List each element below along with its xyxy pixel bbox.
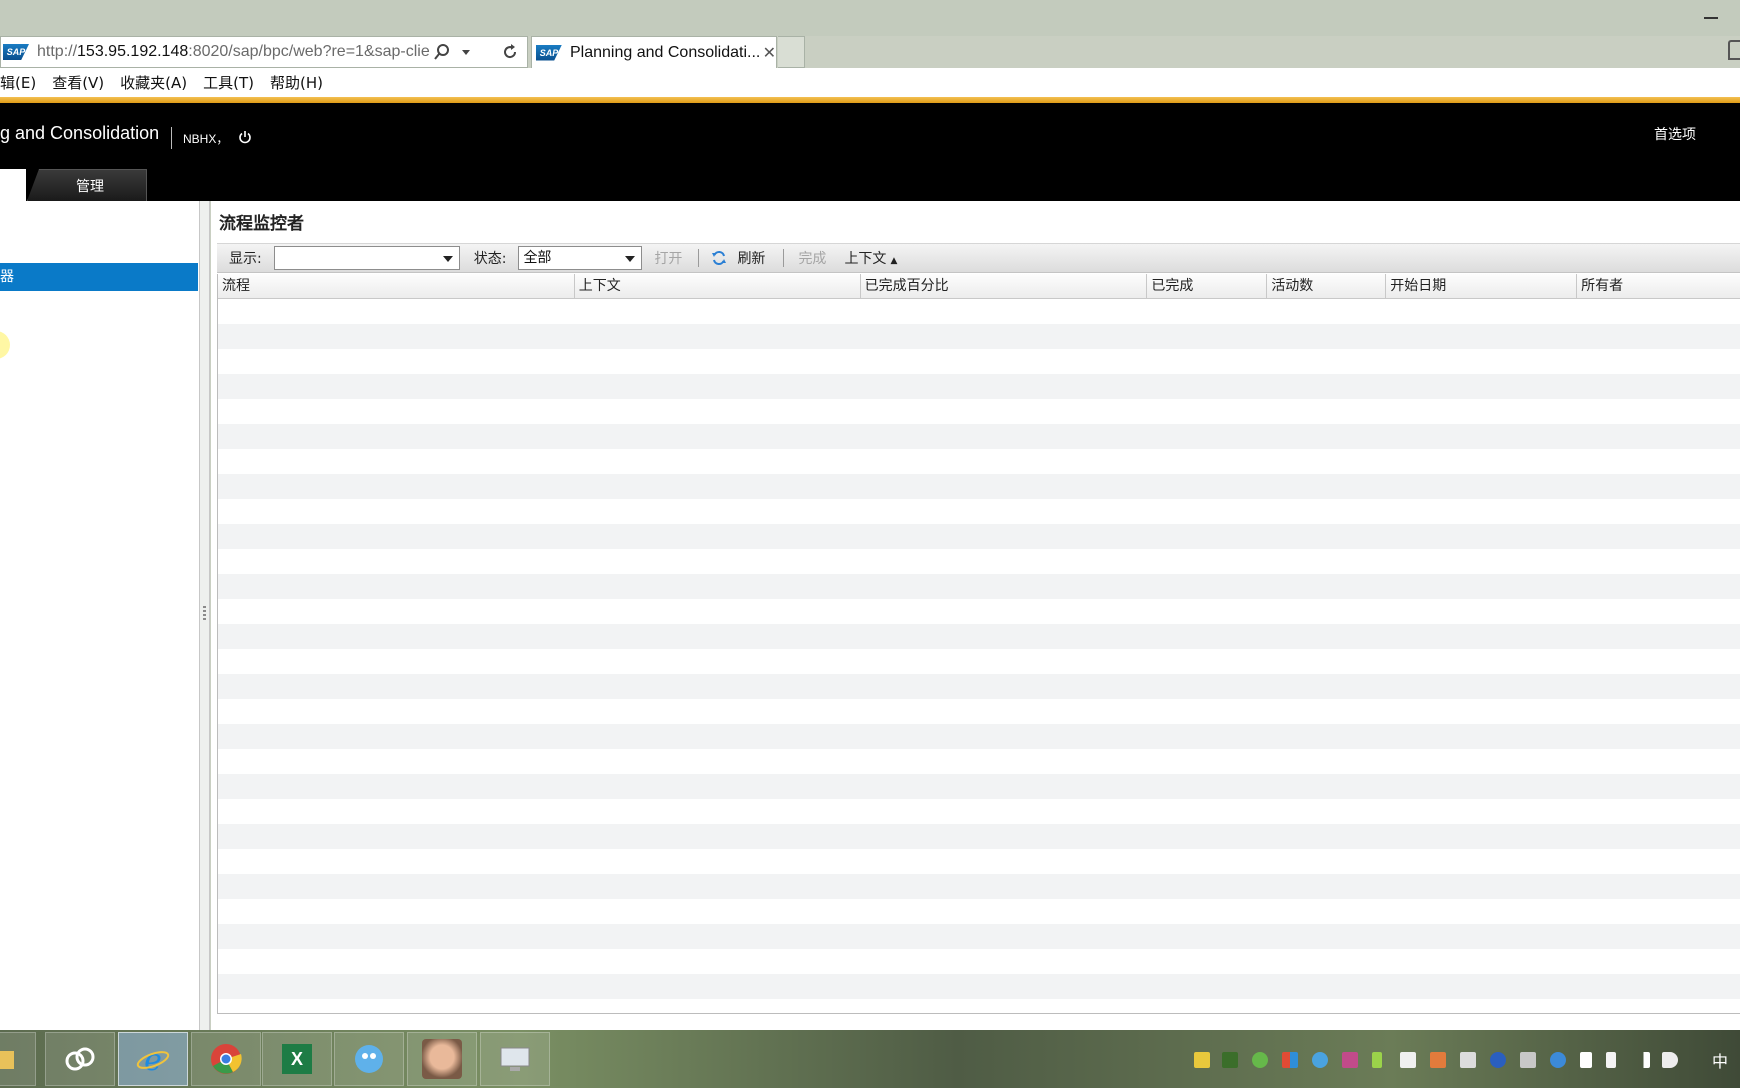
dropdown-arrow-icon[interactable] <box>457 43 475 61</box>
minimize-button[interactable] <box>1704 17 1718 19</box>
menu-bar: 辑(E) 查看(V) 收藏夹(A) 工具(T) 帮助(H) <box>0 68 1740 98</box>
tray-security-icon[interactable] <box>1252 1052 1268 1068</box>
svg-text:e: e <box>144 1043 162 1076</box>
input-method-indicator[interactable]: 中 <box>1712 1048 1728 1072</box>
column-percent-complete[interactable]: 已完成百分比 <box>861 274 1148 298</box>
cloud-icon <box>65 1047 95 1071</box>
status-dropdown[interactable]: 全部 <box>518 246 643 270</box>
url-text[interactable]: http://153.95.192.148:8020/sap/bpc/web?r… <box>37 43 449 61</box>
app-title: g and Consolidation <box>0 123 160 143</box>
tab-home-active[interactable] <box>0 169 26 201</box>
avatar-photo-icon <box>422 1039 462 1079</box>
tray-globe-icon[interactable] <box>1550 1052 1566 1068</box>
menu-view[interactable]: 查看(V) <box>52 72 104 93</box>
triangle-up-icon: ▲ <box>890 256 898 266</box>
main-content: 流程监控者 显示: 状态: 全部 打开 刷新 完成 上下文 ▲ 流程 上下文 已… <box>211 201 1740 1030</box>
power-battery-icon[interactable] <box>1606 1052 1616 1068</box>
file-explorer-taskbar-button[interactable] <box>0 1032 36 1086</box>
chevron-down-icon <box>625 256 636 262</box>
column-start-date[interactable]: 开始日期 <box>1386 274 1578 298</box>
context-label: 上下文 <box>844 251 887 267</box>
process-table: 流程 上下文 已完成百分比 已完成 活动数 开始日期 所有者 <box>217 274 1740 1014</box>
user-name: NBHX， <box>183 132 229 146</box>
excel-icon: X <box>282 1044 312 1074</box>
refresh-page-icon[interactable] <box>501 43 519 61</box>
column-completed[interactable]: 已完成 <box>1147 274 1268 298</box>
show-dropdown[interactable] <box>273 246 460 270</box>
tab-title: Planning and Consolidati... <box>570 43 761 61</box>
splitter-grip-icon[interactable] <box>203 606 206 622</box>
left-nav-panel: 器 <box>0 201 199 1030</box>
panel-splitter[interactable] <box>199 201 210 1030</box>
menu-tools[interactable]: 工具(T) <box>203 72 254 93</box>
tray-qq-icon[interactable] <box>1194 1052 1210 1068</box>
show-label: 显示: <box>229 251 262 267</box>
chrome-taskbar-button[interactable] <box>191 1032 261 1086</box>
tray-media-icon[interactable] <box>1342 1052 1358 1068</box>
tray-user-icon[interactable] <box>1430 1052 1446 1068</box>
browser-tab-active[interactable]: SAP Planning and Consolidati... ✕ <box>531 36 777 68</box>
wifi-signal-icon[interactable] <box>1634 1052 1650 1068</box>
menu-edit[interactable]: 辑(E) <box>0 72 36 93</box>
folder-icon <box>0 1051 14 1069</box>
chrome-icon <box>211 1044 242 1074</box>
tray-notes-icon[interactable] <box>1400 1052 1416 1068</box>
column-activity-count[interactable]: 活动数 <box>1267 274 1387 298</box>
toolbar-divider <box>783 249 785 267</box>
tab-admin[interactable]: 管理 <box>27 169 147 201</box>
nav-item-selected[interactable]: 器 <box>0 263 198 291</box>
menu-help[interactable]: 帮助(H) <box>270 72 323 93</box>
refresh-label: 刷新 <box>737 251 766 267</box>
table-body-empty <box>218 299 1740 1013</box>
monitor-icon <box>500 1047 530 1071</box>
excel-taskbar-button[interactable]: X <box>262 1032 332 1086</box>
system-app-taskbar-button[interactable] <box>480 1032 550 1086</box>
internet-explorer-icon: e <box>136 1043 170 1076</box>
column-context[interactable]: 上下文 <box>575 274 861 298</box>
open-button[interactable]: 打开 <box>654 248 682 268</box>
sap-favicon-icon: SAP <box>3 44 29 60</box>
header-divider <box>171 127 172 149</box>
complete-button[interactable]: 完成 <box>798 248 826 268</box>
menu-favorites[interactable]: 收藏夹(A) <box>120 72 187 93</box>
toolbar: 显示: 状态: 全部 打开 刷新 完成 上下文 ▲ <box>217 243 1740 273</box>
sap-favicon-icon: SAP <box>536 44 562 61</box>
tray-drive-icon[interactable] <box>1520 1052 1536 1068</box>
status-label: 状态: <box>473 251 507 267</box>
toolbar-divider <box>698 249 700 267</box>
preferences-link[interactable]: 首选项 <box>1654 124 1696 144</box>
messenger-bird-icon <box>355 1045 383 1073</box>
new-tab-button[interactable] <box>778 36 805 68</box>
browser-titlebar <box>0 0 1740 36</box>
column-owner[interactable]: 所有者 <box>1577 274 1740 298</box>
table-header: 流程 上下文 已完成百分比 已完成 活动数 开始日期 所有者 <box>218 274 1740 299</box>
close-tab-icon[interactable]: ✕ <box>763 43 776 62</box>
internet-explorer-taskbar-button[interactable]: e <box>118 1032 188 1086</box>
power-logoff-icon[interactable] <box>238 129 252 144</box>
tray-display-icon[interactable] <box>1460 1052 1476 1068</box>
bluetooth-icon[interactable] <box>1490 1052 1506 1068</box>
app-header: g and Consolidation NBHX， 首选项 管理 <box>0 103 1740 201</box>
cloud-app-taskbar-button[interactable] <box>45 1032 115 1086</box>
status-dropdown-value: 全部 <box>523 250 552 266</box>
refresh-button[interactable]: 刷新 <box>711 248 765 268</box>
action-center-flag-icon[interactable] <box>1580 1052 1592 1068</box>
mouse-cursor-highlight <box>0 331 10 359</box>
chevron-down-icon <box>442 256 453 262</box>
address-bar[interactable]: SAP http://153.95.192.148:8020/sap/bpc/w… <box>0 36 528 68</box>
refresh-icon <box>712 250 727 266</box>
windows-taskbar: e X 中 <box>0 1030 1740 1088</box>
tray-battery-meter-icon[interactable] <box>1372 1052 1382 1068</box>
tray-app-icon[interactable] <box>1222 1052 1238 1068</box>
volume-icon[interactable] <box>1662 1052 1678 1068</box>
context-toggle-button[interactable]: 上下文 ▲ <box>844 248 897 268</box>
home-icon[interactable] <box>1728 40 1740 60</box>
search-icon[interactable] <box>433 43 451 61</box>
column-process[interactable]: 流程 <box>218 274 575 298</box>
tray-windows-icon[interactable] <box>1282 1052 1298 1068</box>
page-title: 流程监控者 <box>219 214 304 234</box>
messenger-taskbar-button[interactable] <box>334 1032 404 1086</box>
tray-network-app-icon[interactable] <box>1312 1052 1328 1068</box>
photo-app-taskbar-button[interactable] <box>407 1032 477 1086</box>
